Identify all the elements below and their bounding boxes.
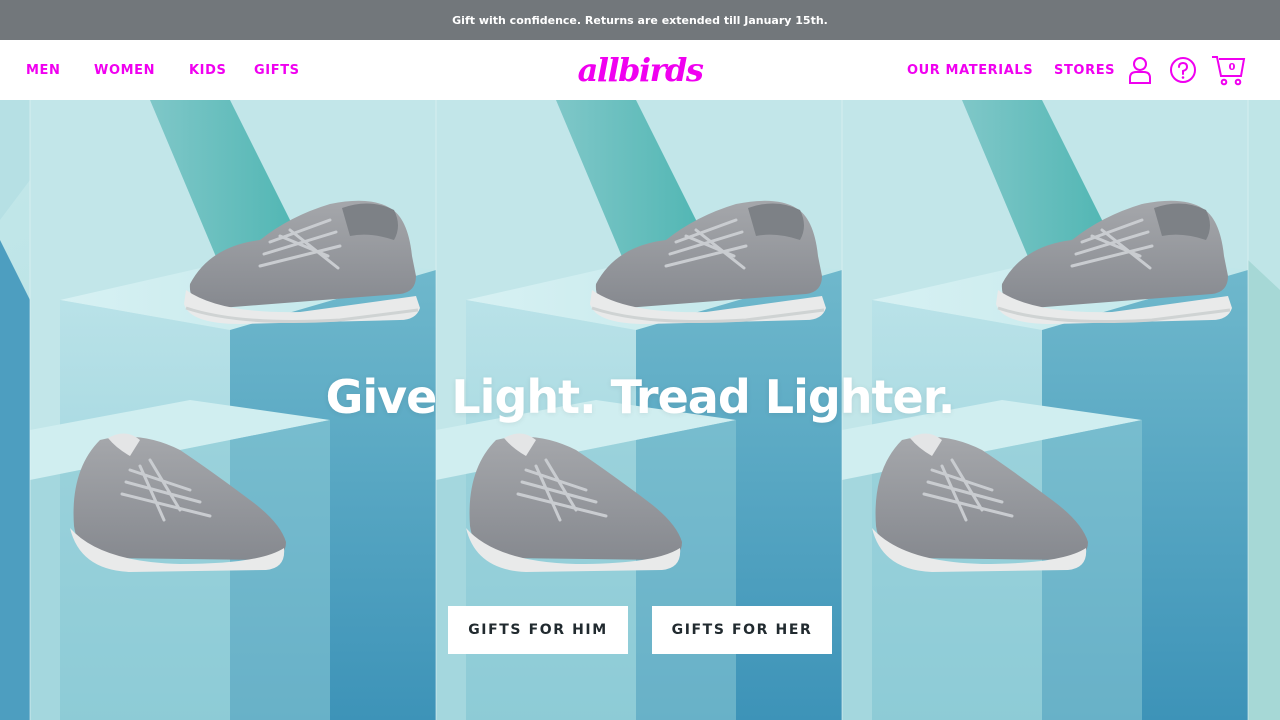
question-circle-icon[interactable] bbox=[1166, 53, 1200, 87]
nav-link-our-materials[interactable]: OUR MATERIALS bbox=[907, 40, 1033, 100]
cart-count: 0 bbox=[1228, 62, 1236, 73]
nav-link-stores[interactable]: STORES bbox=[1054, 40, 1115, 100]
nav-link-men[interactable]: MEN bbox=[26, 40, 61, 100]
promo-banner: Gift with confidence. Returns are extend… bbox=[0, 0, 1280, 40]
nav-link-women[interactable]: WOMEN bbox=[94, 40, 155, 100]
hero-title: Give Light. Tread Lighter. bbox=[325, 370, 956, 424]
nav-link-kids[interactable]: KIDS bbox=[189, 40, 226, 100]
hero-banner: Give Light. Tread Lighter. GIFTS FOR HIM… bbox=[0, 100, 1280, 720]
site-header: MEN WOMEN KIDS GIFTS allbirds OUR MATERI… bbox=[0, 40, 1280, 100]
cart-icon[interactable]: 0 bbox=[1211, 53, 1247, 87]
brand-logo[interactable]: allbirds bbox=[578, 48, 704, 92]
user-icon[interactable] bbox=[1123, 53, 1157, 87]
gifts-for-her-button[interactable]: GIFTS FOR HER bbox=[652, 606, 832, 654]
nav-link-gifts[interactable]: GIFTS bbox=[254, 40, 300, 100]
gifts-for-him-button[interactable]: GIFTS FOR HIM bbox=[448, 606, 628, 654]
promo-text: Gift with confidence. Returns are extend… bbox=[452, 13, 828, 27]
